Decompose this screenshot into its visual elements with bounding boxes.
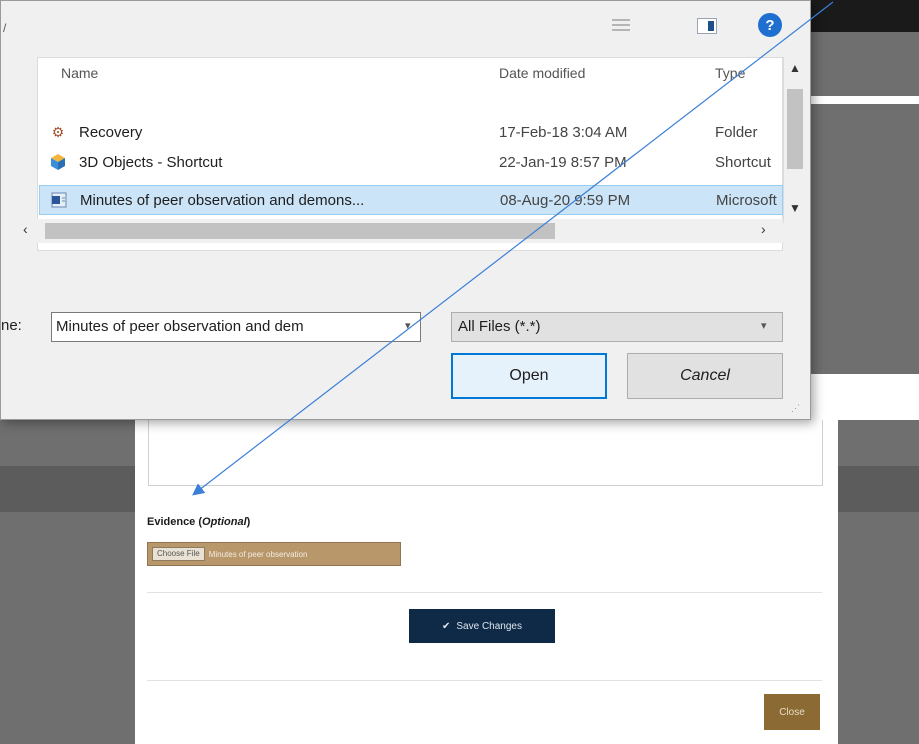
file-name: Recovery <box>79 123 143 141</box>
cancel-button[interactable]: Cancel <box>627 353 783 399</box>
horizontal-scroll-thumb[interactable] <box>45 223 555 239</box>
open-button[interactable]: Open <box>451 353 607 399</box>
vertical-scroll-thumb[interactable] <box>787 89 803 169</box>
column-header-date-modified[interactable]: Date modified <box>499 65 585 81</box>
evidence-file-input[interactable]: Choose File Minutes of peer observation <box>147 542 401 566</box>
file-name-label: ne: <box>1 317 22 334</box>
divider <box>147 592 822 593</box>
3d-objects-icon <box>47 153 69 171</box>
resize-grip-icon[interactable]: ⋰ <box>791 403 800 414</box>
evidence-label: Evidence (Optional) <box>147 516 251 528</box>
scroll-left-icon[interactable]: ‹ <box>23 221 28 237</box>
scroll-up-icon[interactable]: ▲ <box>789 61 801 75</box>
column-header-type[interactable]: Type <box>715 65 745 81</box>
close-button[interactable]: Close <box>764 694 820 730</box>
help-icon[interactable]: ? <box>758 13 782 37</box>
save-changes-label: Save Changes <box>456 620 522 632</box>
file-row[interactable]: 3D Objects - Shortcut 22-Jan-19 8:57 PM … <box>39 147 783 177</box>
word-document-icon <box>48 191 70 209</box>
save-changes-button[interactable]: ✔ Save Changes <box>409 609 555 643</box>
page-background-band <box>808 104 919 374</box>
preview-pane-icon[interactable] <box>697 18 717 34</box>
file-row[interactable]: ⚙ Recovery 17-Feb-18 3:04 AM Folder <box>39 117 783 147</box>
file-row-selected[interactable]: Minutes of peer observation and demons..… <box>39 185 783 215</box>
file-date: 17-Feb-18 3:04 AM <box>499 123 628 141</box>
check-icon: ✔ <box>442 620 451 632</box>
file-type-select[interactable]: All Files (*.*) <box>451 312 783 342</box>
screen: Evidence (Optional) Choose File Minutes … <box>0 0 919 744</box>
page-top-bar <box>808 0 919 32</box>
file-date: 22-Jan-19 8:57 PM <box>499 153 627 171</box>
page-backdrop-right-band <box>838 466 919 512</box>
file-name: 3D Objects - Shortcut <box>79 153 223 171</box>
scroll-right-icon[interactable]: › <box>761 221 766 237</box>
chevron-down-icon[interactable]: ▾ <box>761 319 767 332</box>
recovery-folder-icon: ⚙ <box>51 123 65 140</box>
file-name: Minutes of peer observation and demons..… <box>80 191 365 209</box>
file-type: Folder <box>715 123 758 141</box>
chosen-file-name: Minutes of peer observation <box>208 549 308 559</box>
file-name-input[interactable]: Minutes of peer observation and dem <box>51 312 421 342</box>
dialog-toolbar <box>1 1 810 57</box>
page-background-band <box>808 32 919 96</box>
choose-file-button[interactable]: Choose File <box>152 547 205 561</box>
column-header-name[interactable]: Name <box>61 65 98 81</box>
corner-glyph: / <box>3 21 7 35</box>
file-type: Microsoft <box>716 191 777 209</box>
page-backdrop-left-band <box>0 466 135 512</box>
file-type: Shortcut <box>715 153 771 171</box>
file-date: 08-Aug-20 9:59 PM <box>500 191 631 209</box>
file-open-dialog: / ? Name Date modified Type ⚙ Recovery 1… <box>0 0 811 420</box>
divider <box>147 680 822 681</box>
notes-textarea[interactable] <box>148 420 823 486</box>
chevron-down-icon[interactable]: ▾ <box>405 319 411 332</box>
view-options-icon[interactable] <box>612 19 630 31</box>
scroll-down-icon[interactable]: ▼ <box>789 201 801 215</box>
